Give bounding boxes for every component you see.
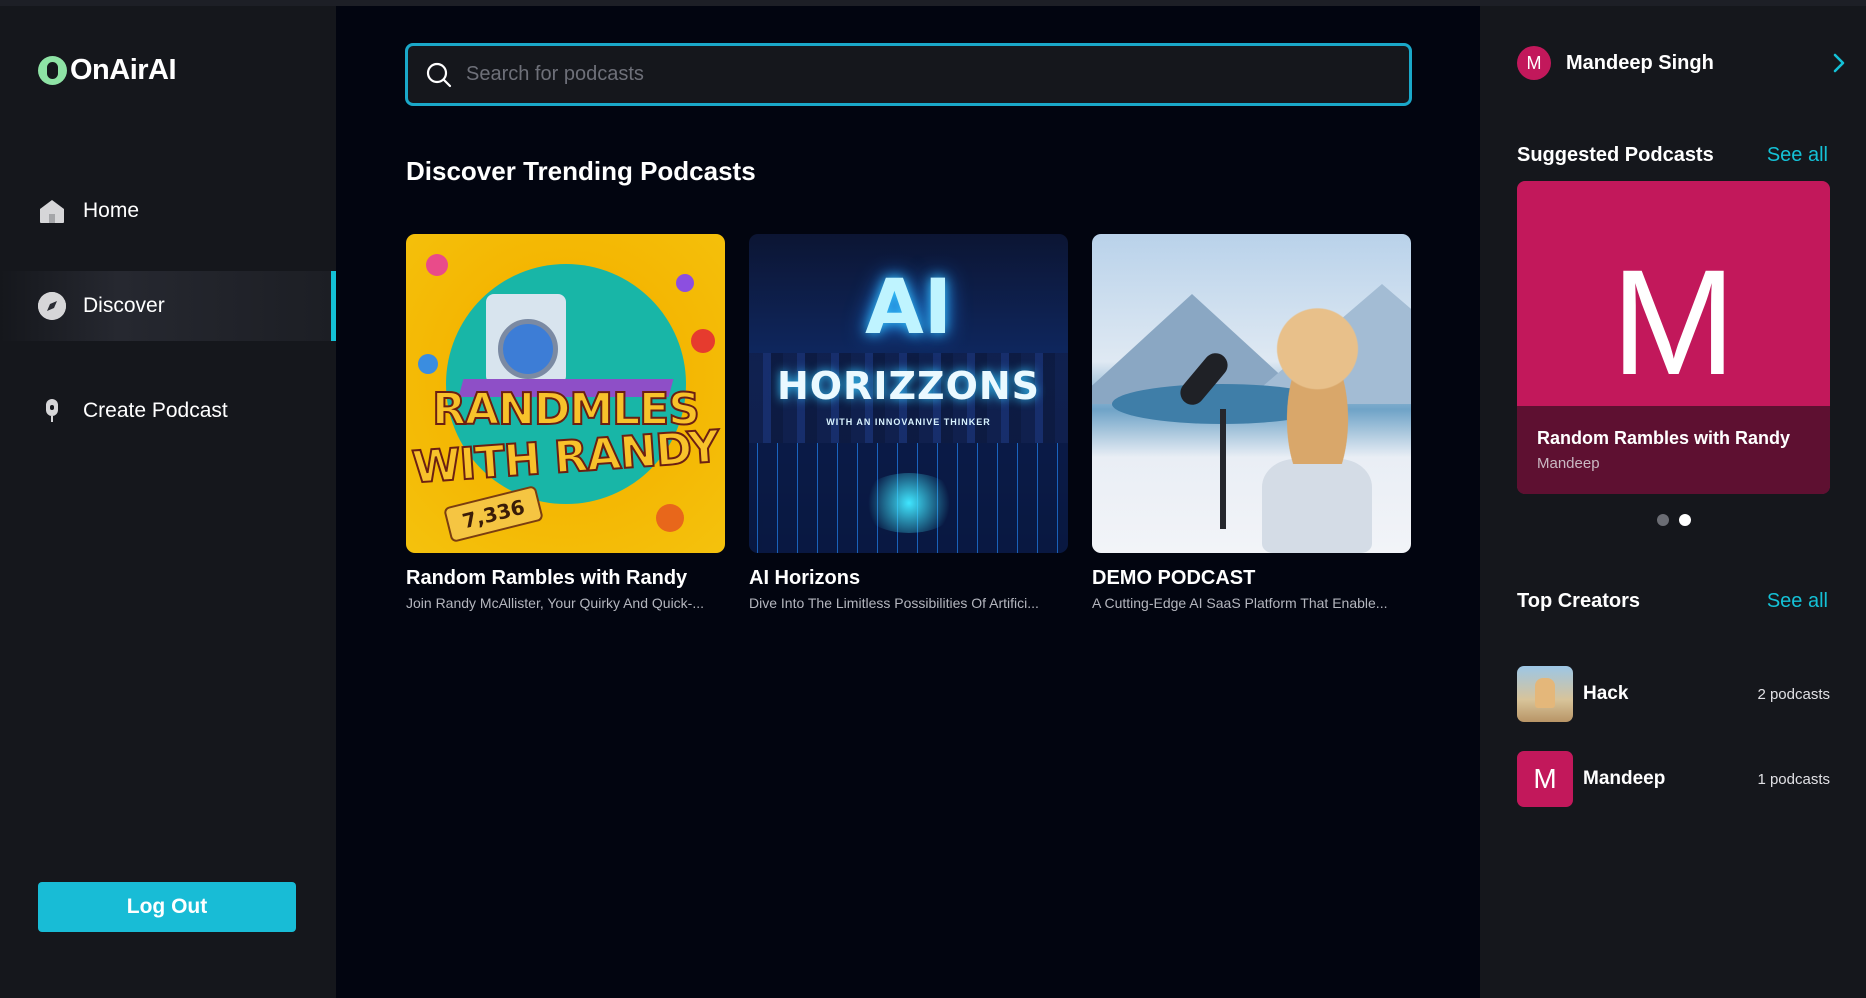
main-content: Discover Trending Podcasts RANDMLES WITH… (336, 6, 1480, 998)
microphone-icon (38, 397, 66, 425)
card-overlay: Random Rambles with Randy Mandeep (1517, 406, 1830, 494)
podcast-description: A Cutting-Edge AI SaaS Platform That Ena… (1092, 595, 1388, 611)
podcast-description: Dive Into The Limitless Possibilities Of… (749, 595, 1039, 611)
top-creators-header: Top Creators See all (1517, 590, 1828, 613)
left-sidebar: OnAirAI Home Discover Create Podcast Log… (0, 6, 336, 998)
logo-icon (38, 56, 67, 85)
podcast-card[interactable]: DEMO PODCAST A Cutting-Edge AI SaaS Plat… (1092, 234, 1411, 611)
podcast-card[interactable]: RANDMLES WITH RANDY 7,336 Random Rambles… (406, 234, 725, 611)
suggested-podcast-card[interactable]: M Random Rambles with Randy Mandeep (1517, 181, 1830, 494)
creator-row[interactable]: Hack 2 podcasts (1517, 666, 1830, 722)
cover-subtext: WITH AN INNOVANIVE THINKER (826, 417, 991, 427)
sidebar-item-discover[interactable]: Discover (0, 271, 336, 341)
podcast-cover-image[interactable]: RANDMLES WITH RANDY 7,336 (406, 234, 725, 553)
section-heading: Top Creators (1517, 590, 1640, 612)
section-title: Discover Trending Podcasts (406, 156, 756, 186)
logout-button[interactable]: Log Out (38, 882, 296, 932)
right-sidebar: M Mandeep Singh Suggested Podcasts See a… (1480, 6, 1866, 998)
cover-text: AI (864, 262, 953, 351)
podcast-cover-image[interactable] (1092, 234, 1411, 553)
search-icon (426, 62, 452, 88)
sidebar-item-home[interactable]: Home (0, 176, 336, 246)
creator-row[interactable]: M Mandeep 1 podcasts (1517, 751, 1830, 807)
creator-name: Mandeep (1583, 768, 1666, 789)
compass-icon (38, 292, 66, 320)
home-icon (38, 197, 66, 225)
podcast-title: Random Rambles with Randy (1537, 428, 1791, 448)
podcast-card[interactable]: AI HORIZZONS WITH AN INNOVANIVE THINKER … (749, 234, 1068, 611)
carousel-dots (1657, 514, 1691, 526)
creator-name: Hack (1583, 683, 1629, 704)
sidebar-item-create-podcast[interactable]: Create Podcast (0, 376, 336, 446)
user-profile-link[interactable]: M Mandeep Singh (1517, 46, 1857, 80)
app-name: OnAirAI (70, 54, 177, 86)
creator-podcast-count: 1 podcasts (1757, 770, 1830, 788)
carousel-dot-active[interactable] (1679, 514, 1691, 526)
podcast-title[interactable]: AI Horizons (749, 567, 1068, 590)
podcast-cover-image[interactable]: AI HORIZZONS WITH AN INNOVANIVE THINKER (749, 234, 1068, 553)
sidebar-item-label: Home (83, 199, 140, 222)
carousel-dot[interactable] (1657, 514, 1669, 526)
search-input[interactable] (466, 63, 1409, 86)
cover-text: HORIZZONS (776, 364, 1041, 408)
podcast-description: Join Randy McAllister, Your Quirky And Q… (406, 595, 705, 611)
creator-avatar (1517, 666, 1573, 722)
cover-tag: 7,336 (443, 485, 544, 543)
sidebar-item-label: Discover (83, 294, 165, 317)
sidebar-item-label: Create Podcast (83, 399, 228, 422)
creator-podcast-count: 2 podcasts (1757, 685, 1830, 703)
see-all-link[interactable]: See all (1767, 144, 1828, 167)
suggested-podcasts-header: Suggested Podcasts See all (1517, 144, 1828, 167)
podcast-title[interactable]: Random Rambles with Randy (406, 567, 725, 590)
section-heading: Suggested Podcasts (1517, 144, 1714, 166)
search-bar[interactable] (405, 43, 1412, 106)
podcast-cover-letter: M (1611, 238, 1736, 406)
app-logo[interactable]: OnAirAI (38, 54, 177, 87)
creator-avatar: M (1517, 751, 1573, 807)
chevron-right-icon[interactable] (1826, 50, 1852, 76)
podcast-author: Mandeep (1537, 455, 1600, 472)
user-name: Mandeep Singh (1566, 51, 1714, 74)
avatar: M (1517, 46, 1551, 80)
see-all-link[interactable]: See all (1767, 590, 1828, 613)
podcast-title[interactable]: DEMO PODCAST (1092, 567, 1411, 590)
